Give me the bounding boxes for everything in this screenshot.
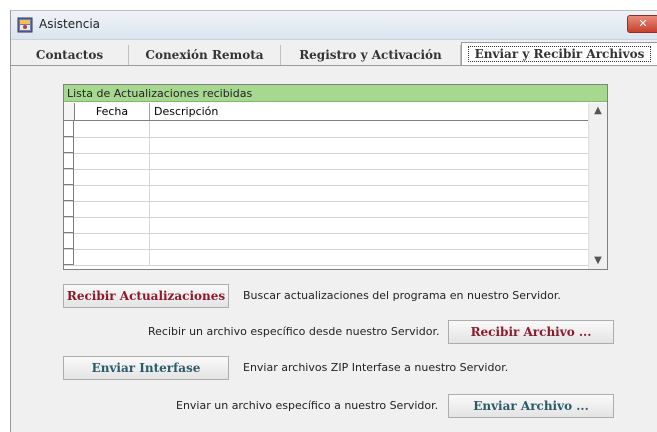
column-header-descripcion[interactable]: Descripción xyxy=(154,103,218,120)
table-row[interactable] xyxy=(64,217,588,234)
recibir-actualizaciones-description: Buscar actualizaciones del programa en n… xyxy=(243,289,561,302)
title-bar: Asistencia ✕ xyxy=(11,11,657,40)
tab-conexion-remota[interactable]: Conexión Remota xyxy=(129,45,281,65)
close-icon: ✕ xyxy=(638,17,648,30)
table-row[interactable] xyxy=(64,201,588,218)
tab-label: Conexión Remota xyxy=(145,48,264,62)
tab-label: Contactos xyxy=(35,48,104,62)
app-icon xyxy=(17,17,33,33)
recibir-actualizaciones-button[interactable]: Recibir Actualizaciones xyxy=(63,284,229,308)
table-row[interactable] xyxy=(64,169,588,186)
tab-label: Enviar y Recibir Archivos xyxy=(467,46,652,62)
table-row[interactable] xyxy=(64,185,588,202)
table-row[interactable] xyxy=(64,249,588,266)
scroll-up-icon[interactable]: ▲ xyxy=(589,103,607,119)
table-row[interactable] xyxy=(64,137,588,154)
table-row[interactable] xyxy=(64,153,588,170)
window-title: Asistencia xyxy=(39,17,101,31)
tab-registro-activacion[interactable]: Registro y Activación xyxy=(281,45,461,65)
vertical-scrollbar[interactable]: ▲ ▼ xyxy=(588,103,607,269)
row-indicator-header xyxy=(64,103,75,120)
scroll-down-icon[interactable]: ▼ xyxy=(589,253,607,269)
grid-rows xyxy=(64,121,588,269)
tab-label: Registro y Activación xyxy=(299,48,442,62)
tab-strip: Contactos Conexión Remota Registro y Act… xyxy=(11,41,657,66)
tab-enviar-recibir-archivos[interactable]: Enviar y Recibir Archivos xyxy=(461,42,657,66)
enviar-interfase-description: Enviar archivos ZIP Interfase a nuestro … xyxy=(243,361,509,374)
tab-contactos[interactable]: Contactos xyxy=(11,45,129,65)
enviar-archivo-description: Enviar un archivo específico a nuestro S… xyxy=(176,399,439,412)
grid-header: Fecha Descripción xyxy=(64,103,607,121)
column-header-fecha[interactable]: Fecha xyxy=(75,103,150,120)
enviar-archivo-button[interactable]: Enviar Archivo ... xyxy=(448,394,614,418)
recibir-archivo-description: Recibir un archivo específico desde nues… xyxy=(148,325,440,338)
table-row[interactable] xyxy=(64,121,588,138)
grid-caption: Lista de Actualizaciones recibidas xyxy=(64,85,607,102)
close-button[interactable]: ✕ xyxy=(627,15,657,33)
enviar-interfase-button[interactable]: Enviar Interfase xyxy=(63,356,229,380)
table-row[interactable] xyxy=(64,233,588,250)
assistance-window: Asistencia ✕ Contactos Conexión Remota R… xyxy=(10,10,657,432)
tab-panel: Lista de Actualizaciones recibidas Fecha… xyxy=(11,65,657,432)
recibir-archivo-button[interactable]: Recibir Archivo ... xyxy=(448,320,614,344)
updates-grid[interactable]: Lista de Actualizaciones recibidas Fecha… xyxy=(63,84,608,270)
